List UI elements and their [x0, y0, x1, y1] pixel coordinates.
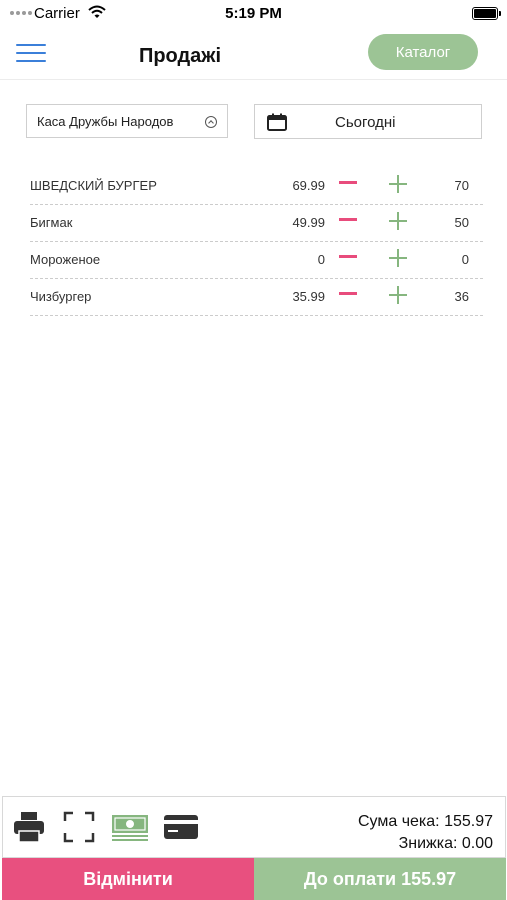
date-picker-value: Сьогодні [335, 114, 396, 131]
item-quantity: 50 [454, 215, 469, 230]
item-name: Бигмак [30, 215, 73, 230]
printer-icon[interactable] [13, 811, 45, 843]
item-price: 0 [317, 252, 325, 267]
minus-icon[interactable] [337, 175, 359, 195]
card-icon[interactable] [163, 814, 199, 840]
minus-icon[interactable] [337, 249, 359, 269]
date-picker[interactable]: Сьогодні [254, 104, 482, 139]
list-item: Бигмак 49.99 50 [30, 205, 483, 242]
calendar-icon [267, 113, 287, 131]
list-item: Мороженое 0 0 [30, 242, 483, 279]
item-quantity: 70 [454, 178, 469, 193]
plus-icon[interactable] [387, 174, 409, 196]
page-title: Продажі [138, 45, 222, 67]
sales-list: ШВЕДСКИЙ БУРГЕР 69.99 70 Бигмак 49.99 50… [30, 168, 483, 316]
scan-icon[interactable] [63, 811, 95, 843]
discount-total: Знижка: 0.00 [398, 835, 493, 852]
chevron-up-icon [205, 116, 217, 128]
cashier-select-value: Каса Дружбы Народов [37, 114, 174, 129]
nav-divider [0, 79, 507, 80]
item-quantity: 0 [461, 252, 469, 267]
clock: 5:19 PM [225, 5, 282, 22]
cash-icon[interactable] [111, 813, 149, 841]
receipt-total: Сума чека: 155.97 [357, 813, 493, 830]
checkout-panel: Сума чека: 155.97 Знижка: 0.00 [2, 796, 506, 858]
plus-icon[interactable] [387, 248, 409, 270]
list-item: ШВЕДСКИЙ БУРГЕР 69.99 70 [30, 168, 483, 205]
cashier-select[interactable]: Каса Дружбы Народов [26, 104, 228, 138]
catalog-button[interactable]: Каталог [368, 34, 478, 70]
item-name: ШВЕДСКИЙ БУРГЕР [30, 178, 157, 193]
minus-icon[interactable] [337, 212, 359, 232]
item-quantity: 36 [454, 289, 469, 304]
item-price: 35.99 [292, 289, 325, 304]
item-price: 49.99 [292, 215, 325, 230]
list-item: Чизбургер 35.99 36 [30, 279, 483, 316]
item-name: Мороженое [30, 252, 101, 267]
cancel-button[interactable]: Відмінити [2, 858, 254, 900]
plus-icon[interactable] [387, 285, 409, 307]
item-name: Чизбургер [30, 289, 92, 304]
item-price: 69.99 [292, 178, 325, 193]
plus-icon[interactable] [387, 211, 409, 233]
pay-button[interactable]: До оплати 155.97 [254, 858, 506, 900]
battery-icon [472, 7, 501, 20]
status-bar: Carrier 5:19 PM [0, 0, 507, 28]
minus-icon[interactable] [337, 286, 359, 306]
